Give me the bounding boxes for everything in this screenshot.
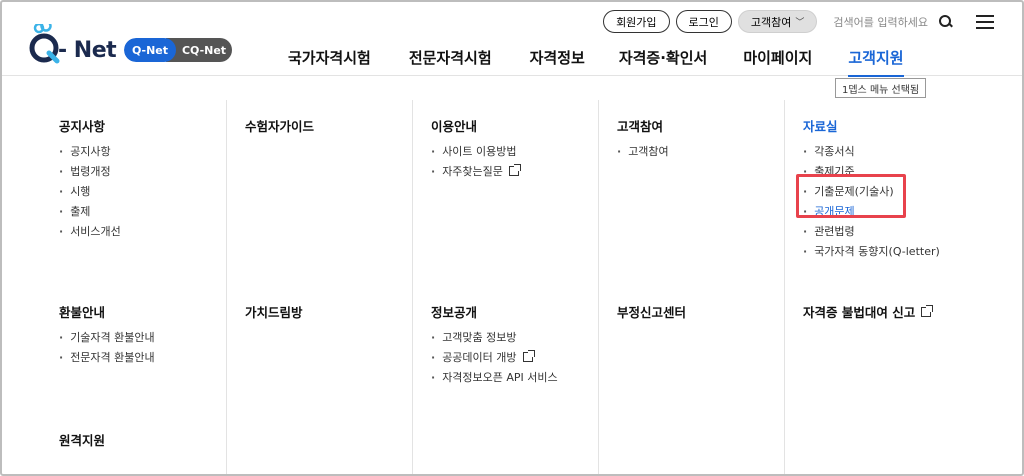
- sitemap-column-4: 고객참여 고객참여 부정신고센터: [599, 100, 785, 474]
- menu-group-title[interactable]: 공지사항: [59, 116, 121, 135]
- site-header: - Net Q-Net CQ-Net 회원가입 로그인 고객참여 ﹀ 검색어를 …: [2, 2, 1022, 77]
- menu-item[interactable]: 고객참여: [617, 141, 668, 161]
- menu-item[interactable]: 출제: [59, 201, 121, 221]
- chevron-down-icon: ﹀: [795, 18, 805, 28]
- menu-group-guide: 수험자가이드: [245, 116, 314, 141]
- menu-group-title[interactable]: 이용안내: [431, 116, 519, 135]
- menu-item[interactable]: 관련법령: [803, 221, 940, 241]
- menu-item[interactable]: 국가자격 동향지(Q-letter): [803, 241, 940, 261]
- sitemap-column-5: 자료실 각종서식 출제기준 기출문제(기술사) 공개문제 관련법령 국가자격 동…: [785, 100, 971, 474]
- sitemap-grid: 공지사항 공지사항 법령개정 시행 출제 서비스개선 환불안내 기술자격 환불안…: [41, 100, 971, 474]
- menu-group-illegal-lending: 자격증 불법대여 신고: [803, 302, 934, 327]
- site-switch-pill: Q-Net CQ-Net: [124, 38, 232, 62]
- menu-item-label: 공공데이터 개방: [442, 351, 517, 364]
- menu-group-title-label: 자격증 불법대여 신고: [803, 305, 916, 320]
- menu-group-refund: 환불안내 기술자격 환불안내 전문자격 환불안내: [59, 302, 155, 367]
- menu-item[interactable]: 공공데이터 개방: [431, 347, 558, 367]
- logo-net-text: - Net: [58, 38, 117, 63]
- participate-label: 고객참여: [750, 15, 792, 29]
- sitemap-column-3: 이용안내 사이트 이용방법 자주찾는질문 정보공개 고객맞춤 정보방 공공데이터…: [413, 100, 599, 474]
- menu-item[interactable]: 법령개정: [59, 161, 121, 181]
- menu-group-remote: 원격지원: [59, 430, 105, 455]
- participate-dropdown[interactable]: 고객참여 ﹀: [737, 10, 818, 33]
- menu-group-participation: 고객참여 고객참여: [617, 116, 669, 161]
- menu-group-fraud-report: 부정신고센터: [617, 302, 686, 327]
- menu-group-usage: 이용안내 사이트 이용방법 자주찾는질문: [431, 116, 521, 181]
- menu-item[interactable]: 고객맞춤 정보방: [431, 327, 558, 347]
- gnb-professional-exam[interactable]: 전문자격시험: [409, 40, 492, 74]
- menu-group-title[interactable]: 자료실: [803, 116, 940, 135]
- menu-item[interactable]: 각종서식: [803, 141, 940, 161]
- sitemap-column-2: 수험자가이드 가치드림방: [227, 100, 413, 474]
- selected-menu-tooltip: 1뎁스 메뉴 선택됨: [835, 78, 927, 98]
- gnb-qualification-info[interactable]: 자격정보: [530, 40, 585, 74]
- menu-group-title[interactable]: 고객참여: [617, 116, 669, 135]
- sitemap-column-1: 공지사항 공지사항 법령개정 시행 출제 서비스개선 환불안내 기술자격 환불안…: [41, 100, 227, 474]
- search-icon[interactable]: [938, 14, 954, 30]
- global-nav: 국가자격시험 전문자격시험 자격정보 자격증·확인서 마이페이지 고객지원: [288, 40, 904, 77]
- menu-group-disclosure: 정보공개 고객맞춤 정보방 공공데이터 개방 자격정보오픈 API 서비스: [431, 302, 558, 387]
- external-link-icon: [921, 304, 934, 317]
- menu-group-title[interactable]: 원격지원: [59, 430, 105, 449]
- external-link-icon: [522, 350, 535, 362]
- gnb-certificate[interactable]: 자격증·확인서: [619, 40, 708, 74]
- qnet-tab[interactable]: Q-Net: [124, 38, 176, 62]
- menu-group-title[interactable]: 환불안내: [59, 302, 155, 321]
- menu-group-title[interactable]: 자격증 불법대여 신고: [803, 302, 934, 321]
- menu-group-title[interactable]: 부정신고센터: [617, 302, 686, 321]
- gnb-customer-support[interactable]: 고객지원: [848, 40, 904, 77]
- menu-item[interactable]: 공지사항: [59, 141, 121, 161]
- menu-item[interactable]: 시행: [59, 181, 121, 201]
- signup-button[interactable]: 회원가입: [603, 10, 670, 33]
- gnb-mypage[interactable]: 마이페이지: [743, 40, 812, 74]
- utility-bar: 회원가입 로그인 고객참여 ﹀ 검색어를 입력하세요: [603, 10, 994, 33]
- external-link-icon: [508, 164, 521, 176]
- hamburger-menu-icon[interactable]: [976, 14, 994, 29]
- search-input[interactable]: 검색어를 입력하세요: [833, 14, 928, 30]
- annotation-highlight-box: [796, 174, 906, 218]
- menu-item[interactable]: 기술자격 환불안내: [59, 327, 154, 347]
- menu-item[interactable]: 자주찾는질문: [431, 161, 521, 181]
- menu-group-title[interactable]: 수험자가이드: [245, 116, 314, 135]
- menu-item[interactable]: 서비스개선: [59, 221, 121, 241]
- menu-item[interactable]: 자격정보오픈 API 서비스: [431, 367, 557, 387]
- qnet-logo[interactable]: - Net Q-Net CQ-Net: [24, 12, 232, 64]
- menu-item[interactable]: 전문자격 환불안내: [59, 347, 154, 367]
- menu-group-title[interactable]: 정보공개: [431, 302, 558, 321]
- gnb-national-exam[interactable]: 국가자격시험: [288, 40, 371, 74]
- menu-group-notice: 공지사항 공지사항 법령개정 시행 출제 서비스개선: [59, 116, 121, 241]
- menu-group-title[interactable]: 가치드림방: [245, 302, 303, 321]
- menu-item[interactable]: 사이트 이용방법: [431, 141, 519, 161]
- menu-item-label: 자주찾는질문: [442, 165, 503, 178]
- login-button[interactable]: 로그인: [675, 10, 732, 33]
- menu-group-value: 가치드림방: [245, 302, 303, 327]
